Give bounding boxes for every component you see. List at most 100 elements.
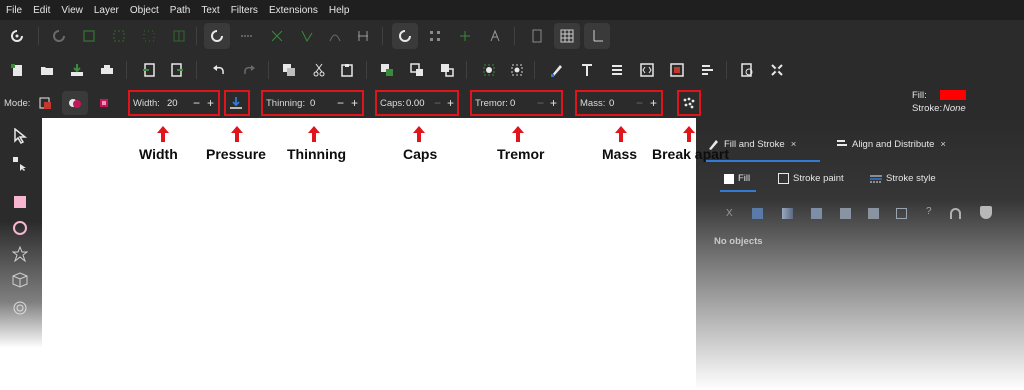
open-folder-icon[interactable] [40,63,54,77]
snap-cusp-icon[interactable] [300,29,314,43]
copy-icon[interactable] [282,63,296,77]
snap-bbox-center-icon[interactable] [172,29,186,43]
mesh-gradient-icon[interactable] [840,208,851,219]
redo-icon[interactable] [242,63,256,77]
xml-editor-icon[interactable] [640,63,654,77]
menu-edit[interactable]: Edit [33,5,50,16]
menu-extensions[interactable]: Extensions [269,5,318,16]
export-icon[interactable] [170,63,184,77]
snap-rotation-center-icon[interactable] [458,29,472,43]
save-icon[interactable] [70,63,84,77]
text-tool-icon[interactable] [580,63,594,77]
new-document-icon[interactable] [10,63,24,77]
tab-close-icon[interactable]: × [791,139,797,150]
ellipse-tool-icon[interactable] [12,220,28,236]
tab-close-icon[interactable]: × [940,139,946,150]
menu-filters[interactable]: Filters [231,5,258,16]
subtab-stroke-style-label: Stroke style [886,173,936,184]
snap-intersection-icon[interactable] [270,29,284,43]
layers-icon[interactable] [610,63,624,77]
snap-bbox-icon[interactable] [52,29,66,43]
tab-align-and-distribute[interactable]: Align and Distribute × [836,138,946,150]
caps-highlight-box [375,90,459,116]
menu-object[interactable]: Object [130,5,159,16]
thinning-arrow [308,126,320,142]
subtab-stroke-paint[interactable]: Stroke paint [778,173,844,184]
menu-help[interactable]: Help [329,5,350,16]
swatch-icon[interactable] [896,208,907,219]
width-annotation: Width [139,146,178,162]
linear-gradient-icon[interactable] [782,208,793,219]
break-apart-annotation: Break apart [652,146,730,162]
thinning-annotation: Thinning [287,146,347,162]
snap-toggle-icon[interactable] [10,29,24,43]
objects-icon[interactable] [670,63,684,77]
inkscape-window: File Edit View Layer Object Path Text Fi… [0,0,1024,390]
tremor-annotation: Tremor [497,146,545,162]
fill-and-stroke-icon[interactable] [550,63,564,77]
selector-tool-icon[interactable] [12,128,28,144]
mode-intersect-icon[interactable] [97,96,111,110]
import-icon[interactable] [142,63,156,77]
snap-paths-icon[interactable] [240,29,254,43]
snap-nodes-icon[interactable] [210,29,224,43]
duplicate-icon[interactable] [380,63,394,77]
fill-rule-nonzero-icon[interactable] [980,206,992,219]
print-icon[interactable] [100,63,114,77]
menu-path[interactable]: Path [170,5,191,16]
mass-arrow [615,126,627,142]
mode-add-to-path-icon[interactable] [68,96,82,110]
fill-color-swatch[interactable] [940,90,966,100]
unlink-clone-icon[interactable] [440,63,454,77]
radial-gradient-icon[interactable] [811,208,822,219]
separator [196,61,197,79]
snap-text-baseline-icon[interactable] [488,29,502,43]
align-tab-icon [837,140,847,146]
undo-icon[interactable] [212,63,226,77]
snap-page-border-icon[interactable] [530,29,544,43]
subtab-fill[interactable]: Fill [724,173,750,184]
rectangle-tool-icon[interactable] [12,194,28,210]
menu-file[interactable]: File [6,5,22,16]
cut-icon[interactable] [312,63,326,77]
group-icon[interactable] [482,63,496,77]
clone-icon[interactable] [410,63,424,77]
fill-rule-evenodd-icon[interactable] [950,208,961,219]
snap-bbox-edge-icon[interactable] [82,29,96,43]
paint-unset-icon[interactable]: X [726,208,733,219]
separator [726,61,727,79]
align-icon[interactable] [700,63,714,77]
break-apart-arrow [683,126,695,142]
snap-midpoint-icon[interactable] [356,29,370,43]
snap-controls-bar [0,20,1024,53]
flat-color-icon[interactable] [752,208,763,219]
menu-layer[interactable]: Layer [94,5,119,16]
ungroup-icon[interactable] [510,63,524,77]
caps-arrow [413,126,425,142]
snap-guide-icon[interactable] [590,29,604,43]
snap-grid-icon[interactable] [560,29,574,43]
snap-smooth-icon[interactable] [328,29,342,43]
subtab-stroke-style[interactable]: Stroke style [870,173,936,184]
3d-box-tool-icon[interactable] [12,272,28,288]
toolbox [0,118,42,348]
pattern-icon[interactable] [868,208,879,219]
star-tool-icon[interactable] [12,246,28,262]
menu-text[interactable]: Text [201,5,219,16]
document-properties-icon[interactable] [740,63,754,77]
snap-object-center-icon[interactable] [428,29,442,43]
break-apart-highlight-box [677,90,701,116]
menu-view[interactable]: View [61,5,83,16]
snap-others-icon[interactable] [398,29,412,43]
separator [534,61,535,79]
mode-new-path-icon[interactable] [38,96,52,110]
node-tool-icon[interactable] [12,156,28,172]
subtab-stroke-paint-label: Stroke paint [793,173,844,184]
stroke-value[interactable]: None [943,103,966,114]
spiral-tool-icon[interactable] [12,300,28,316]
unknown-paint-icon[interactable]: ? [926,206,932,217]
snap-bbox-midpoint-icon[interactable] [142,29,156,43]
preferences-icon[interactable] [770,63,784,77]
snap-bbox-corner-icon[interactable] [112,29,126,43]
paste-icon[interactable] [340,63,354,77]
